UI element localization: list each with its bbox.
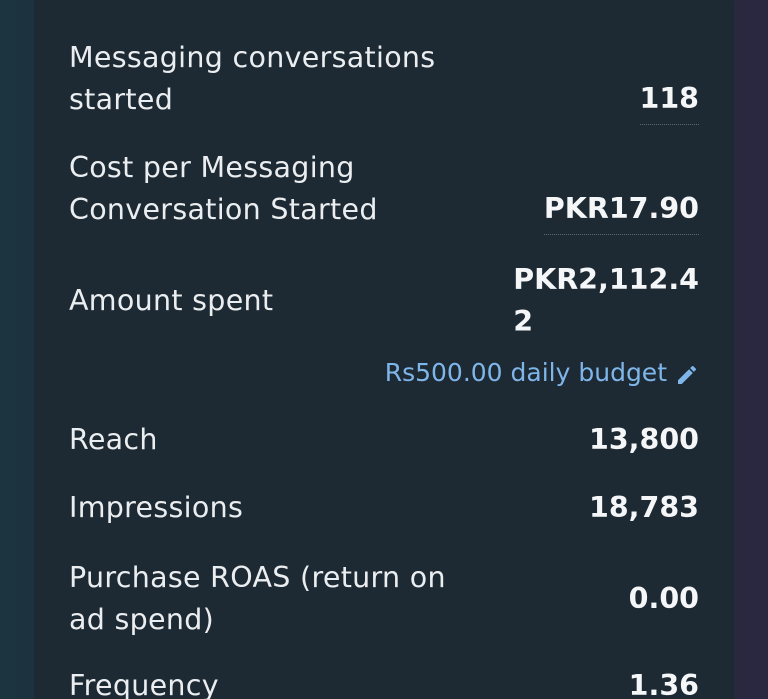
metric-row-purchase-roas[interactable]: Purchase ROAS (return on ad spend) 0.00 (69, 557, 699, 641)
metric-label: Cost per Messaging Conversation Started (69, 147, 378, 231)
metric-value: 13,800 (589, 423, 699, 456)
metric-label-line: Cost per Messaging (69, 151, 355, 184)
metric-value: PKR2,112.4 2 (513, 259, 699, 343)
metric-row-frequency[interactable]: Frequency 1.36 (69, 665, 699, 699)
metric-row-reach[interactable]: Reach 13,800 (69, 419, 699, 461)
metric-label-line: Purchase ROAS (return on (69, 561, 446, 594)
metric-label-line: ad spend) (69, 603, 215, 636)
metric-value-line: PKR2,112.4 (513, 263, 699, 296)
budget-row: Rs500.00 daily budget (69, 355, 699, 391)
metric-value: 1.36 (628, 669, 699, 699)
metric-value: 118 (639, 78, 699, 125)
metric-value: 0.00 (628, 582, 699, 615)
metric-row-messaging-conversations[interactable]: Messaging conversations started 118 (69, 37, 699, 125)
pencil-icon[interactable] (675, 361, 699, 385)
metric-row-cost-per-messaging[interactable]: Cost per Messaging Conversation Started … (69, 147, 699, 235)
metric-label-line: Messaging conversations (69, 41, 436, 74)
metrics-card: Messaging conversations started 118 Cost… (34, 0, 734, 699)
metric-value-line: 2 (513, 305, 534, 338)
metric-row-impressions[interactable]: Impressions 18,783 (69, 487, 699, 529)
daily-budget-link[interactable]: Rs500.00 daily budget (385, 355, 699, 391)
metric-value: PKR17.90 (543, 188, 699, 235)
metric-label: Messaging conversations started (69, 37, 435, 121)
metric-label: Impressions (69, 491, 244, 524)
metric-label: Purchase ROAS (return on ad spend) (69, 557, 446, 641)
metric-label: Amount spent (69, 284, 274, 317)
metric-label: Frequency (69, 669, 219, 699)
screen: Messaging conversations started 118 Cost… (0, 0, 768, 699)
metric-label-line: started (69, 83, 174, 116)
daily-budget-text: Rs500.00 daily budget (384, 358, 667, 387)
metric-label-line: Conversation Started (69, 193, 378, 226)
metric-label: Reach (69, 423, 158, 456)
metric-value: 18,783 (589, 491, 699, 524)
metric-row-amount-spent[interactable]: Amount spent PKR2,112.4 2 (69, 259, 699, 343)
